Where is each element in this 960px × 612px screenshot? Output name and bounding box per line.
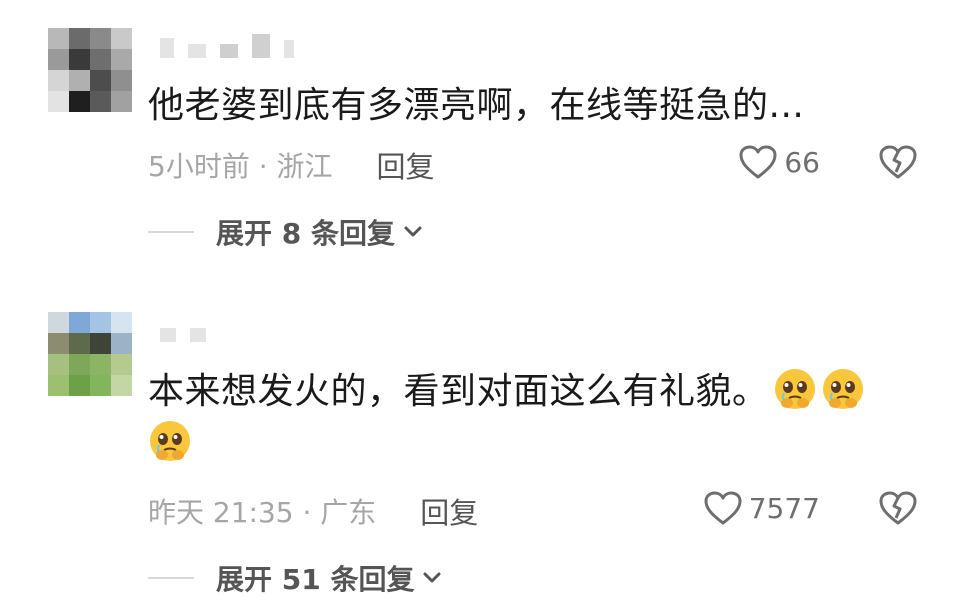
- comment-text: 他老婆到底有多漂亮啊，在线等挺急的...: [148, 85, 805, 126]
- like-count: 7577: [748, 491, 820, 525]
- comment-list: 他老婆到底有多漂亮啊，在线等挺急的... 5小时前 · 浙江 回复 66 展开 …: [0, 0, 960, 612]
- comment-text-body: 本来想发火的，看到对面这么有礼貌。: [148, 371, 769, 412]
- pleading-face-emoji: [822, 369, 863, 409]
- username-redacted[interactable]: [160, 34, 294, 58]
- broken-heart-icon: [879, 491, 917, 525]
- heart-outline-icon: [704, 491, 742, 525]
- expand-replies-label: 展开 51 条回复: [216, 563, 415, 596]
- dislike-button[interactable]: [878, 490, 918, 530]
- pleading-face-emoji: [150, 421, 190, 461]
- expand-replies-button[interactable]: 展开 8 条回复: [148, 212, 423, 252]
- comment-meta: 5小时前 · 浙江 回复: [148, 144, 435, 186]
- avatar[interactable]: [48, 312, 132, 396]
- like-button[interactable]: 66: [738, 144, 820, 180]
- comment-meta: 昨天 21:35 · 广东 回复: [148, 490, 478, 532]
- reply-button[interactable]: 回复: [420, 490, 478, 532]
- comment-time-location: 5小时前 · 浙江: [148, 150, 333, 183]
- heart-outline-icon: [739, 145, 777, 179]
- comment-time-location: 昨天 21:35 · 广东: [148, 496, 377, 529]
- chevron-down-icon: [404, 226, 422, 237]
- chevron-down-icon: [423, 572, 441, 583]
- reply-button[interactable]: 回复: [377, 144, 435, 186]
- expand-divider: [148, 577, 194, 579]
- pleading-face-emoji: [774, 369, 815, 409]
- like-count: 66: [784, 145, 820, 179]
- expand-divider: [148, 231, 194, 233]
- expand-replies-label: 展开 8 条回复: [216, 217, 395, 250]
- expand-replies-button[interactable]: 展开 51 条回复: [148, 558, 442, 598]
- username-redacted[interactable]: [160, 328, 206, 342]
- comment-text: 本来想发火的，看到对面这么有礼貌。: [148, 366, 908, 470]
- dislike-button[interactable]: [878, 144, 918, 184]
- broken-heart-icon: [879, 145, 917, 179]
- avatar[interactable]: [48, 28, 132, 112]
- like-button[interactable]: 7577: [703, 490, 820, 526]
